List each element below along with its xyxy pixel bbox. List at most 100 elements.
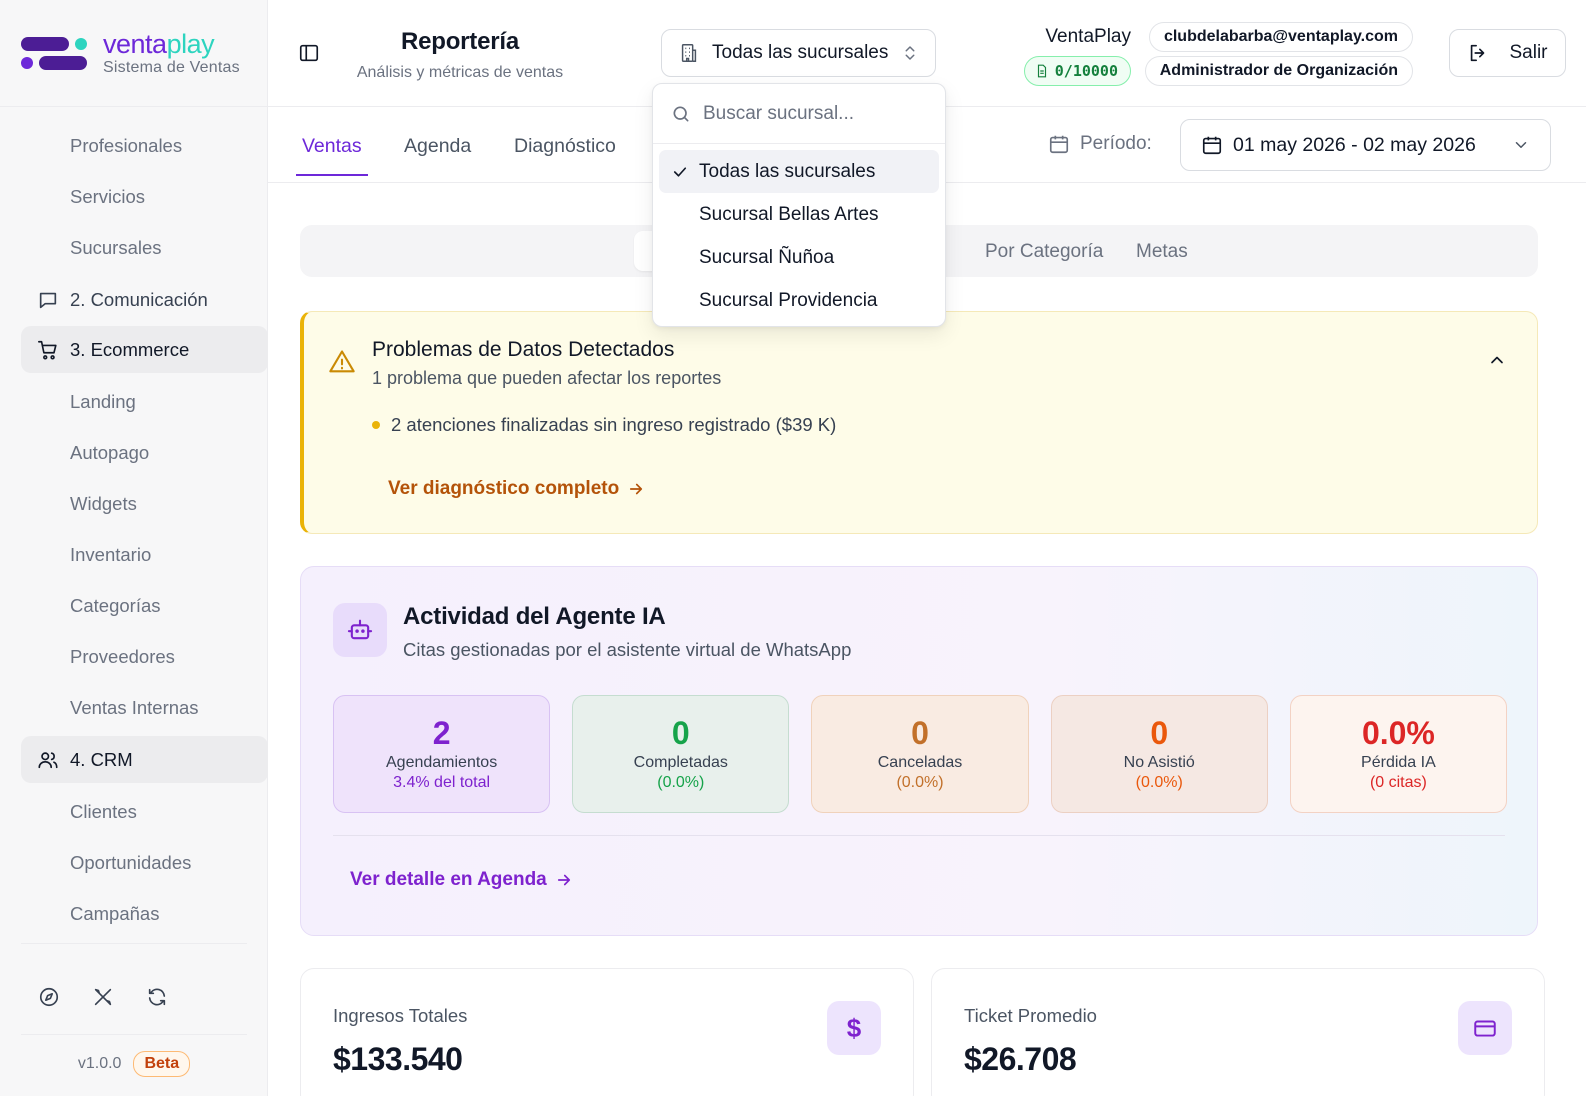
- view-diagnostic-link[interactable]: Ver diagnóstico completo: [388, 478, 645, 500]
- sidebar-section-label: 3. Ecommerce: [70, 338, 190, 360]
- metric-value: $133.540: [333, 1041, 463, 1077]
- email-badge: clubdelabarba@ventaplay.com: [1148, 22, 1413, 52]
- period-select[interactable]: 01 may 2026 - 02 may 2026: [1180, 119, 1551, 171]
- compass-icon[interactable]: [38, 986, 60, 1008]
- metric-value: $26.708: [964, 1041, 1077, 1077]
- logo-icon: [21, 33, 87, 73]
- sidebar-item-profesionales[interactable]: Profesionales: [21, 120, 268, 171]
- branch-dropdown: Todas las sucursales Sucursal Bellas Art…: [652, 83, 946, 327]
- sidebar-item-categorias[interactable]: Categorías: [21, 580, 268, 631]
- page-title-block: Reportería Análisis y métricas de ventas: [350, 28, 570, 82]
- tab-agenda[interactable]: Agenda: [404, 135, 471, 158]
- sidebar-section-ecommerce[interactable]: 3. Ecommerce: [21, 326, 268, 373]
- dollar-icon: $: [827, 1001, 881, 1055]
- metric-label: Ticket Promedio: [964, 1005, 1097, 1026]
- period-value: 01 may 2026 - 02 may 2026: [1233, 133, 1476, 156]
- ai-card-subtitle: Citas gestionadas por el asistente virtu…: [403, 639, 852, 660]
- sidebar-section-comunicacion[interactable]: 2. Comunicación: [21, 276, 268, 323]
- version-text: v1.0.0: [77, 1055, 122, 1072]
- view-agenda-link[interactable]: Ver detalle en Agenda: [350, 869, 573, 891]
- period-label: Período:: [1048, 133, 1152, 155]
- logout-icon: [1467, 42, 1489, 64]
- branch-select[interactable]: Todas las sucursales: [661, 29, 936, 77]
- sidebar-item-widgets[interactable]: Widgets: [21, 478, 268, 529]
- sidebar-toggle-icon[interactable]: [298, 42, 320, 64]
- branch-select-value: Todas las sucursales: [712, 42, 889, 63]
- sidebar-footer: v1.0.0 Beta: [21, 943, 247, 1096]
- metric-ticket-promedio: Ticket Promedio $26.708: [931, 968, 1545, 1096]
- calendar-icon: [1201, 134, 1223, 156]
- sidebar-item-landing[interactable]: Landing: [21, 376, 268, 427]
- beta-badge: Beta: [133, 1051, 191, 1077]
- alert-subtitle: 1 problema que pueden afectar los report…: [372, 368, 722, 388]
- sidebar-section-crm[interactable]: 4. CRM: [21, 736, 268, 783]
- calendar-icon: [1048, 133, 1070, 155]
- bot-icon: [333, 603, 387, 657]
- refresh-icon[interactable]: [146, 986, 168, 1008]
- page-subtitle: Análisis y métricas de ventas: [356, 64, 564, 81]
- branch-option-providencia[interactable]: Sucursal Providencia: [659, 279, 939, 322]
- quota-value: 0/10000: [1054, 62, 1118, 80]
- sidebar-item-ventas-internas[interactable]: Ventas Internas: [21, 682, 268, 733]
- chevron-up-icon[interactable]: [1487, 350, 1507, 370]
- credit-card-icon: [1458, 1001, 1512, 1055]
- ai-stats: 2 Agendamientos 3.4% del total 0 Complet…: [333, 695, 1508, 813]
- branch-search: [653, 84, 945, 144]
- brand[interactable]: ventaplay Sistema de Ventas: [0, 0, 267, 107]
- arrow-right-icon: [627, 480, 645, 498]
- org-info: VentaPlay clubdelabarba@ventaplay.com 0/…: [1013, 22, 1413, 86]
- sidebar-item-clientes[interactable]: Clientes: [21, 786, 268, 837]
- warning-icon: [328, 348, 356, 376]
- stat-completadas: 0 Completadas (0.0%): [572, 695, 790, 813]
- tab-diagnostico[interactable]: Diagnóstico: [514, 135, 616, 158]
- check-icon: [671, 163, 689, 181]
- sidebar-item-autopago[interactable]: Autopago: [21, 427, 268, 478]
- sidebar-item-sucursales[interactable]: Sucursales: [21, 222, 268, 273]
- stat-no-asistio: 0 No Asistió (0.0%): [1050, 695, 1268, 813]
- sidebar-item-proveedores[interactable]: Proveedores: [21, 631, 268, 682]
- stat-perdida-ia: 0.0% Pérdida IA (0 citas): [1289, 695, 1508, 813]
- subtab-metas[interactable]: Metas: [1136, 241, 1188, 263]
- ai-agent-card: Actividad del Agente IA Citas gestionada…: [300, 566, 1538, 936]
- ai-card-title: Actividad del Agente IA: [403, 603, 666, 630]
- arrow-right-icon: [555, 871, 573, 889]
- logout-button[interactable]: Salir: [1449, 29, 1566, 77]
- chevron-down-icon: [1512, 136, 1530, 154]
- sidebar-item-servicios[interactable]: Servicios: [21, 171, 268, 222]
- metric-ingresos-totales: Ingresos Totales $133.540 $: [300, 968, 914, 1096]
- branch-options: Todas las sucursales Sucursal Bellas Art…: [653, 144, 945, 328]
- bullet-dot: [372, 421, 380, 429]
- data-issues-alert: Problemas de Datos Detectados 1 problema…: [300, 311, 1538, 534]
- quota-badge: 0/10000: [1023, 56, 1131, 86]
- tools-icon[interactable]: [92, 986, 114, 1008]
- building-icon: [678, 42, 700, 64]
- metric-label: Ingresos Totales: [333, 1005, 468, 1026]
- sidebar-section-label: 4. CRM: [70, 748, 133, 770]
- sidebar-section-label: 2. Comunicación: [70, 288, 208, 310]
- stat-agendamientos: 2 Agendamientos 3.4% del total: [333, 695, 551, 813]
- subtab-por-categoria[interactable]: Por Categoría: [985, 241, 1103, 263]
- alert-issue: 2 atenciones finalizadas sin ingreso reg…: [372, 414, 836, 436]
- page-title: Reportería: [400, 28, 520, 55]
- tab-ventas[interactable]: Ventas: [296, 135, 368, 176]
- brand-subtitle: Sistema de Ventas: [103, 58, 240, 76]
- branch-search-input[interactable]: [703, 102, 923, 125]
- logout-label: Salir: [1509, 42, 1548, 63]
- branch-option-nunoa[interactable]: Sucursal Ñuñoa: [659, 236, 939, 279]
- chevron-up-down-icon: [901, 44, 919, 62]
- cart-icon: [37, 339, 59, 361]
- message-icon: [37, 289, 59, 311]
- branch-option-todas[interactable]: Todas las sucursales: [659, 150, 939, 193]
- document-icon: [1035, 64, 1049, 78]
- sidebar-item-campanas[interactable]: Campañas: [21, 888, 268, 939]
- brand-name: ventaplay: [103, 28, 215, 59]
- role-badge: Administrador de Organización: [1144, 56, 1413, 86]
- search-icon: [671, 104, 691, 124]
- stat-canceladas: 0 Canceladas (0.0%): [811, 695, 1029, 813]
- branch-option-bellas-artes[interactable]: Sucursal Bellas Artes: [659, 193, 939, 236]
- sidebar-item-inventario[interactable]: Inventario: [21, 529, 268, 580]
- users-icon: [37, 749, 59, 771]
- divider: [333, 835, 1505, 836]
- sidebar-item-oportunidades[interactable]: Oportunidades: [21, 837, 268, 888]
- sidebar-nav: Profesionales Servicios Sucursales 2. Co…: [21, 120, 268, 939]
